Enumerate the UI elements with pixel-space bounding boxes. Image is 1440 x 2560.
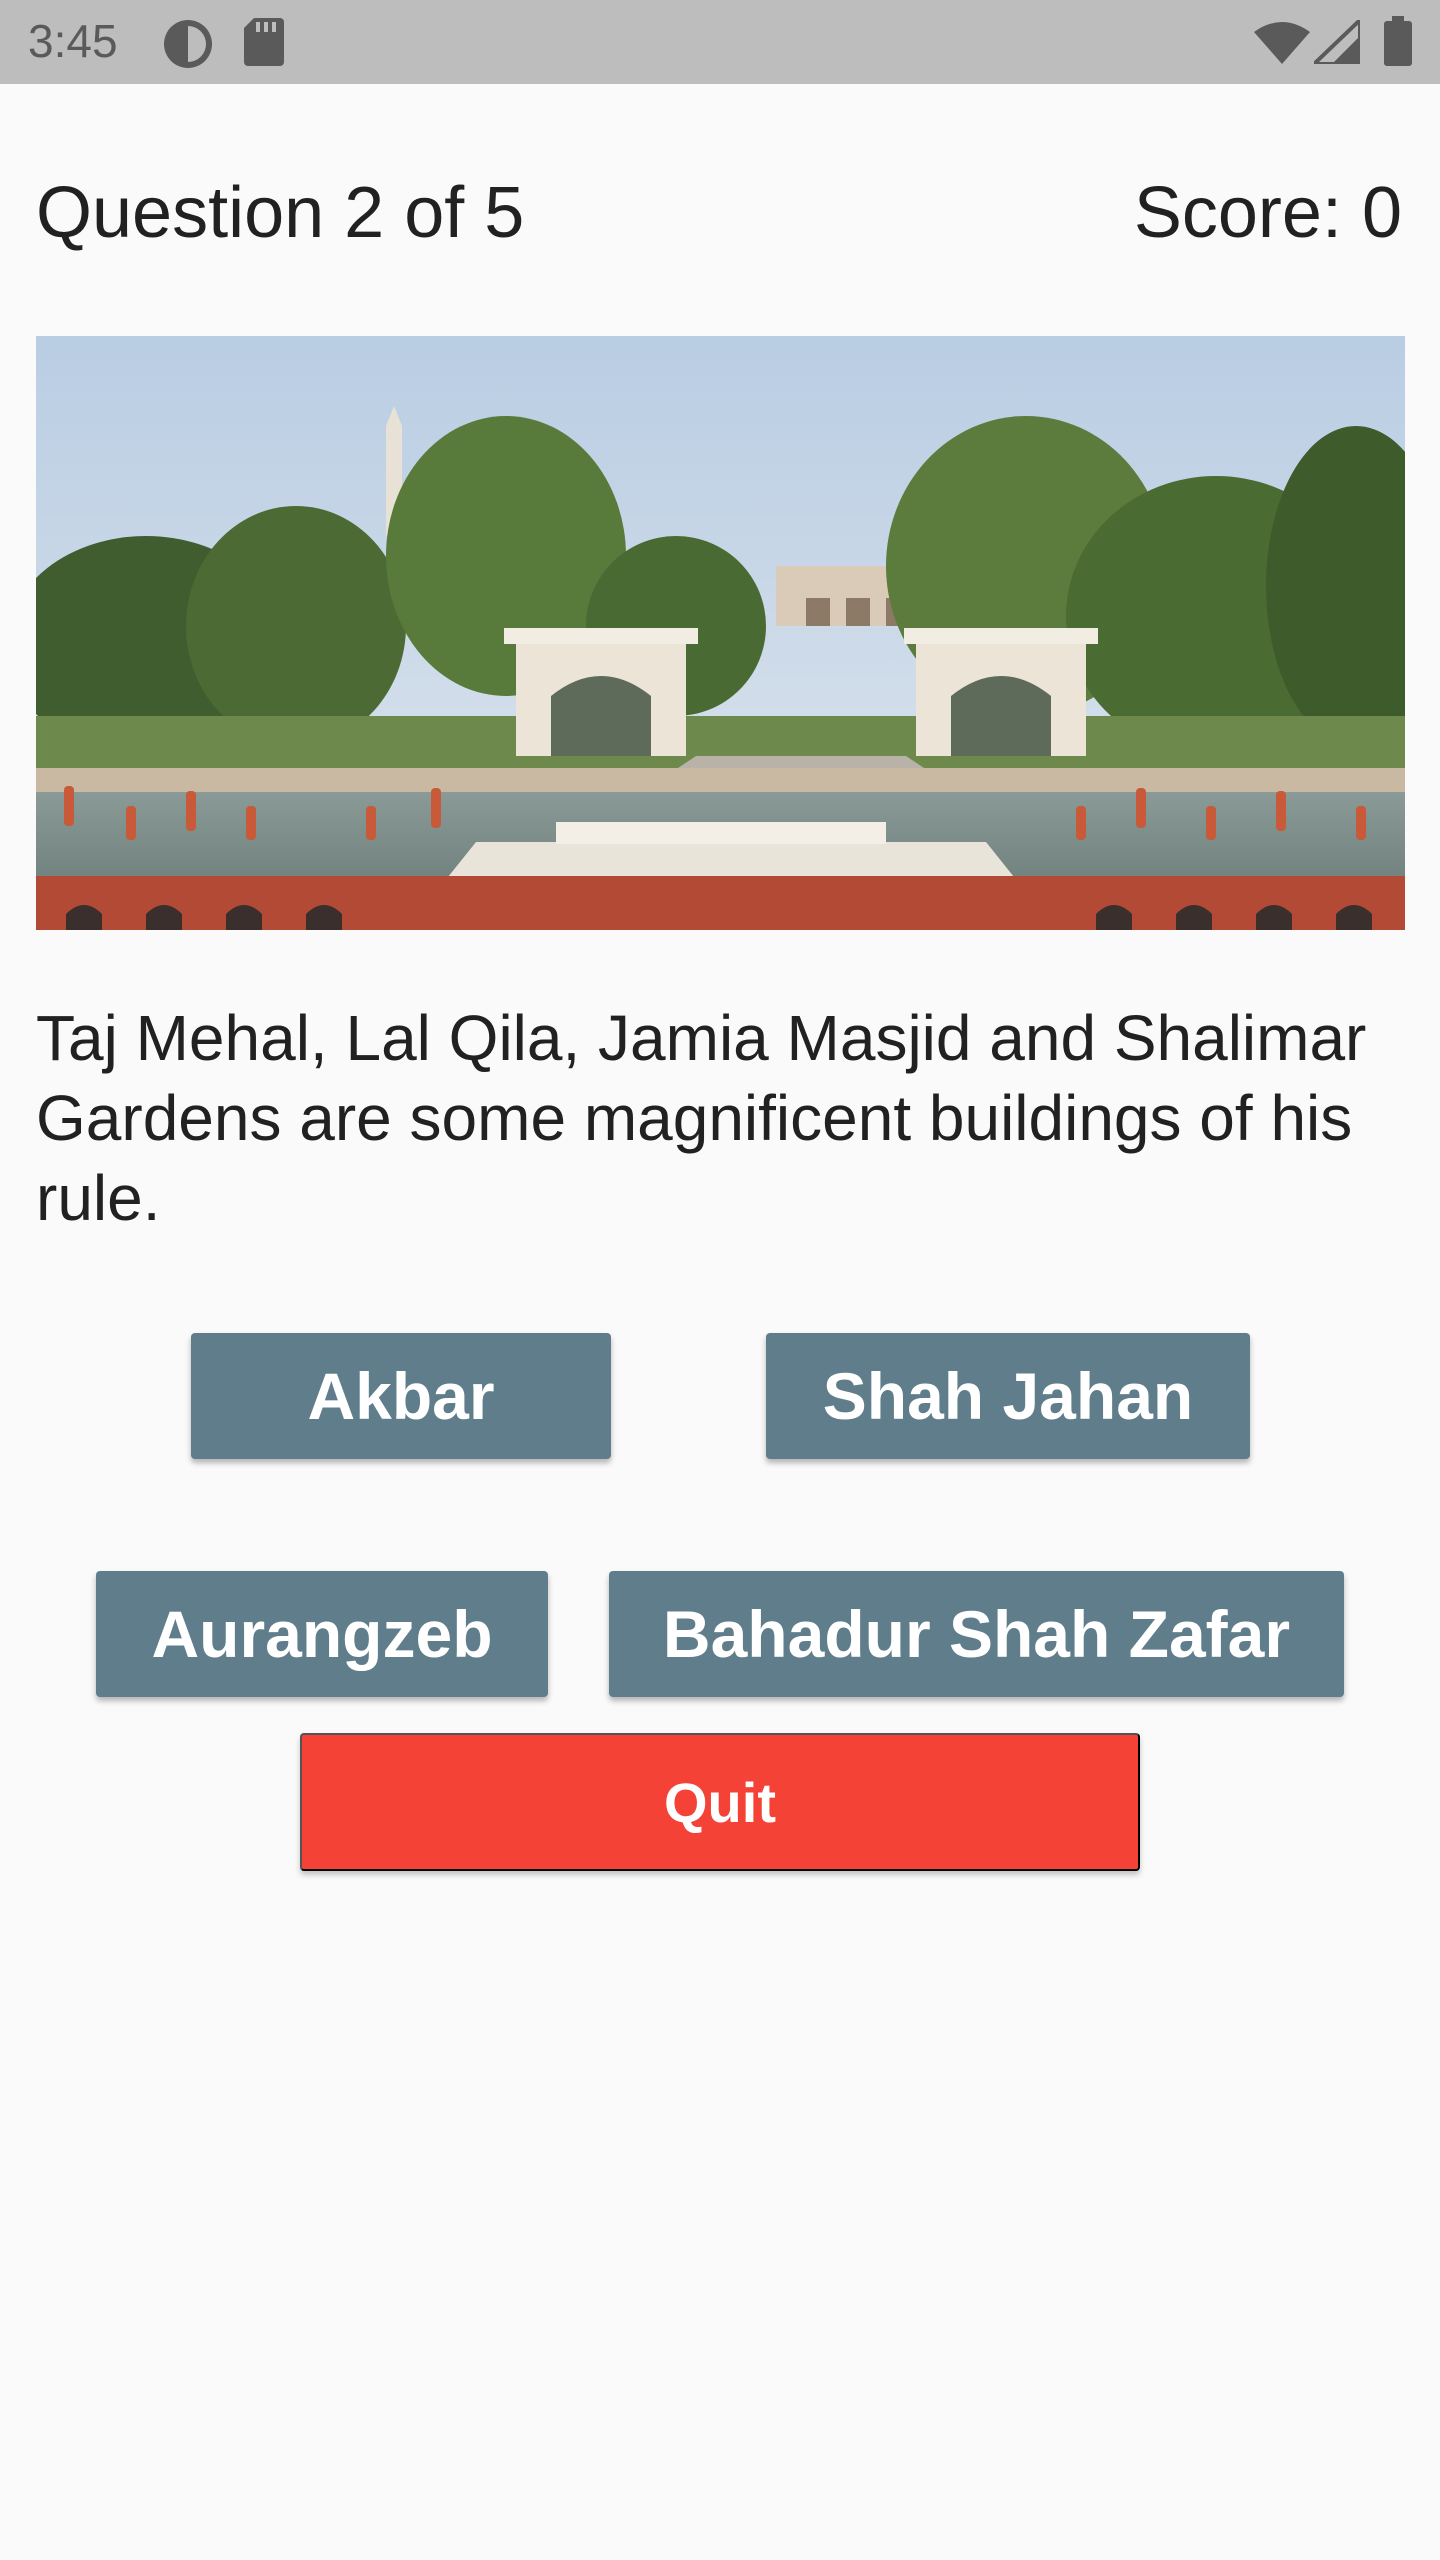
data-saver-icon — [162, 18, 214, 75]
shalimar-gardens-photo — [36, 336, 1405, 930]
status-bar: 3:45 — [0, 0, 1440, 84]
option-button-bahadur-shah-zafar[interactable]: Bahadur Shah Zafar — [609, 1571, 1344, 1697]
sd-card-icon — [244, 18, 284, 71]
question-text: Taj Mehal, Lal Qila, Jamia Masjid and Sh… — [36, 1002, 1367, 1234]
quit-button[interactable]: Quit — [300, 1733, 1140, 1871]
score-label: Score: 0 — [1133, 173, 1402, 253]
option-button-akbar[interactable]: Akbar — [191, 1333, 611, 1459]
signal-icon — [1309, 15, 1362, 69]
question-counter: Question 2 of 5 — [36, 173, 525, 253]
option-button-aurangzeb[interactable]: Aurangzeb — [96, 1571, 548, 1697]
battery-icon — [1384, 16, 1412, 71]
status-time: 3:45 — [28, 15, 118, 67]
option-button-shah-jahan[interactable]: Shah Jahan — [766, 1333, 1250, 1459]
wifi-icon — [1254, 20, 1310, 69]
